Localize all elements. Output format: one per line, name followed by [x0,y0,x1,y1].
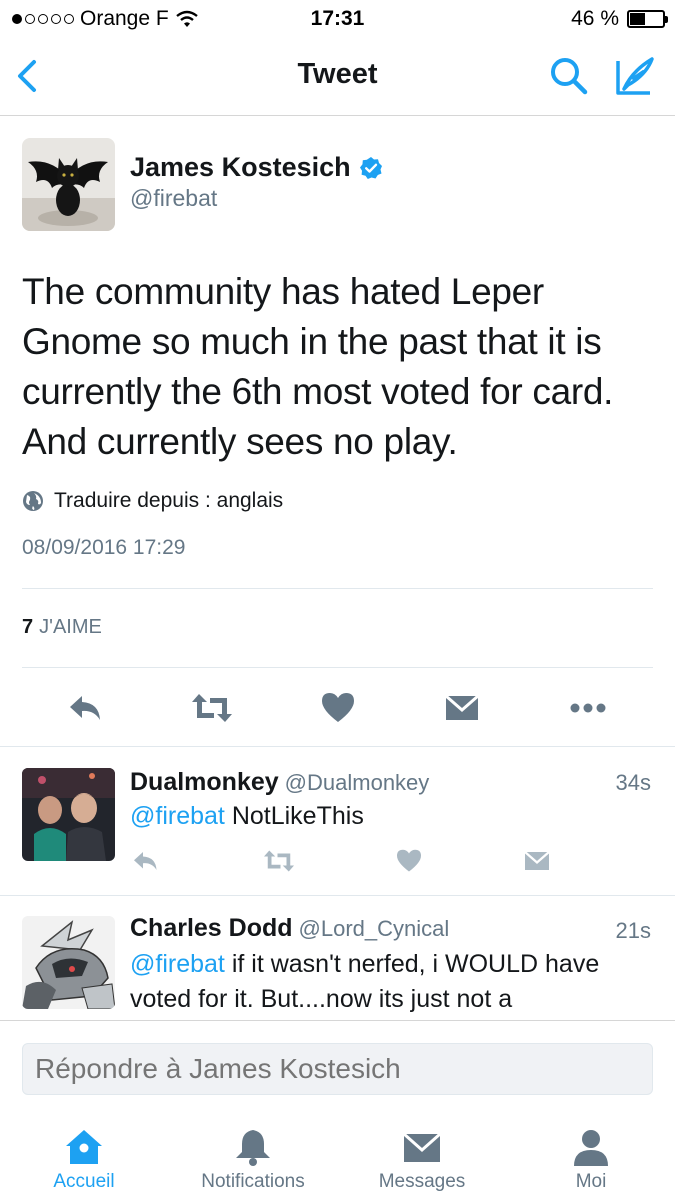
search-icon [551,58,588,95]
retweet-button[interactable] [190,688,232,728]
author-handle[interactable]: @firebat [130,185,217,212]
reply-author[interactable]: Dualmonkey @Dualmonkey [130,768,429,797]
globe-icon [23,491,43,511]
bell-icon [236,1130,270,1166]
verified-badge-icon [359,156,382,179]
tab-label: Messages [378,1171,466,1192]
retweet-icon [264,850,294,872]
reply-arrow-icon [70,696,100,720]
translate-link[interactable]: Traduire depuis : anglais [22,489,283,513]
tab-notifications[interactable]: Notifications [169,1110,337,1200]
status-battery-group: 46 % [571,7,668,31]
author-avatar[interactable] [22,138,115,231]
tab-label: Notifications [201,1171,305,1192]
reply-author-name[interactable]: Charles Dodd [130,914,293,942]
robot-character-avatar-image [22,916,115,1009]
reply-composer-bar [0,1020,675,1110]
reply-author-handle[interactable]: @Dualmonkey [285,770,430,795]
home-icon [66,1130,102,1164]
tab-home[interactable]: Accueil [0,1110,168,1200]
reply-button[interactable] [66,688,106,728]
reply-author-name[interactable]: Dualmonkey [130,768,279,796]
likes-stat[interactable]: 7 J'AIME [22,616,102,639]
reply-timestamp: 34s [615,770,651,795]
bat-cat-avatar-image [22,138,115,231]
battery-icon [627,10,668,28]
reply-action-bar [0,846,675,876]
author-name-row[interactable]: James Kostesich [130,152,383,183]
translate-label[interactable]: Traduire depuis : anglais [54,489,283,513]
reply-author[interactable]: Charles Dodd @Lord_Cynical [130,914,449,943]
divider [0,895,675,896]
divider [22,588,653,589]
user-icon [574,1130,608,1166]
likes-count: 7 [22,616,34,638]
direct-message-button[interactable] [442,688,482,728]
reply-button[interactable] [130,846,162,876]
more-options-button[interactable] [568,688,608,728]
retweet-icon [192,694,232,722]
mention-link[interactable]: @firebat [130,950,225,978]
search-button[interactable] [548,55,590,97]
reply-body: NotLikeThis [224,802,364,830]
tweet-text: The community has hated Leper Gnome so m… [22,271,614,462]
battery-percent: 46 % [571,7,619,30]
author-name[interactable]: James Kostesich [130,152,351,183]
heart-icon [397,849,421,872]
compose-tweet-button[interactable] [612,53,658,99]
like-button[interactable] [318,688,358,728]
compose-quill-icon [616,57,654,95]
mention-link[interactable]: @firebat [130,802,225,830]
retweet-button[interactable] [262,846,294,876]
envelope-icon [524,851,550,870]
ellipsis-icon [570,703,606,713]
envelope-icon [445,694,479,720]
divider [0,746,675,747]
reply-input[interactable] [22,1043,653,1095]
reply-arrow-icon [134,852,157,870]
tab-messages[interactable]: Messages [338,1110,506,1200]
reply-timestamp: 21s [615,918,651,943]
tweet-timestamp: 08/09/2016 17:29 [22,536,186,559]
direct-message-button[interactable] [522,846,554,876]
tab-profile[interactable]: Moi [507,1110,675,1200]
bottom-tab-bar: Accueil Notifications Messages Moi [0,1110,675,1200]
likes-label: J'AIME [39,616,102,638]
tweet-action-bar [0,688,675,728]
envelope-icon [403,1132,441,1162]
like-button[interactable] [394,846,426,876]
reply-avatar[interactable] [22,916,115,1009]
tab-label: Accueil [53,1171,115,1192]
divider [22,667,653,668]
reply-text: @firebat if it wasn't nerfed, i WOULD ha… [130,947,650,1017]
tab-label: Moi [575,1171,607,1192]
reply-author-handle[interactable]: @Lord_Cynical [299,916,450,941]
heart-icon [322,693,354,722]
nav-bar: Tweet [0,40,675,116]
reply-text: @firebat NotLikeThis [130,799,650,834]
status-bar: Orange F 17:31 46 % [0,0,675,40]
